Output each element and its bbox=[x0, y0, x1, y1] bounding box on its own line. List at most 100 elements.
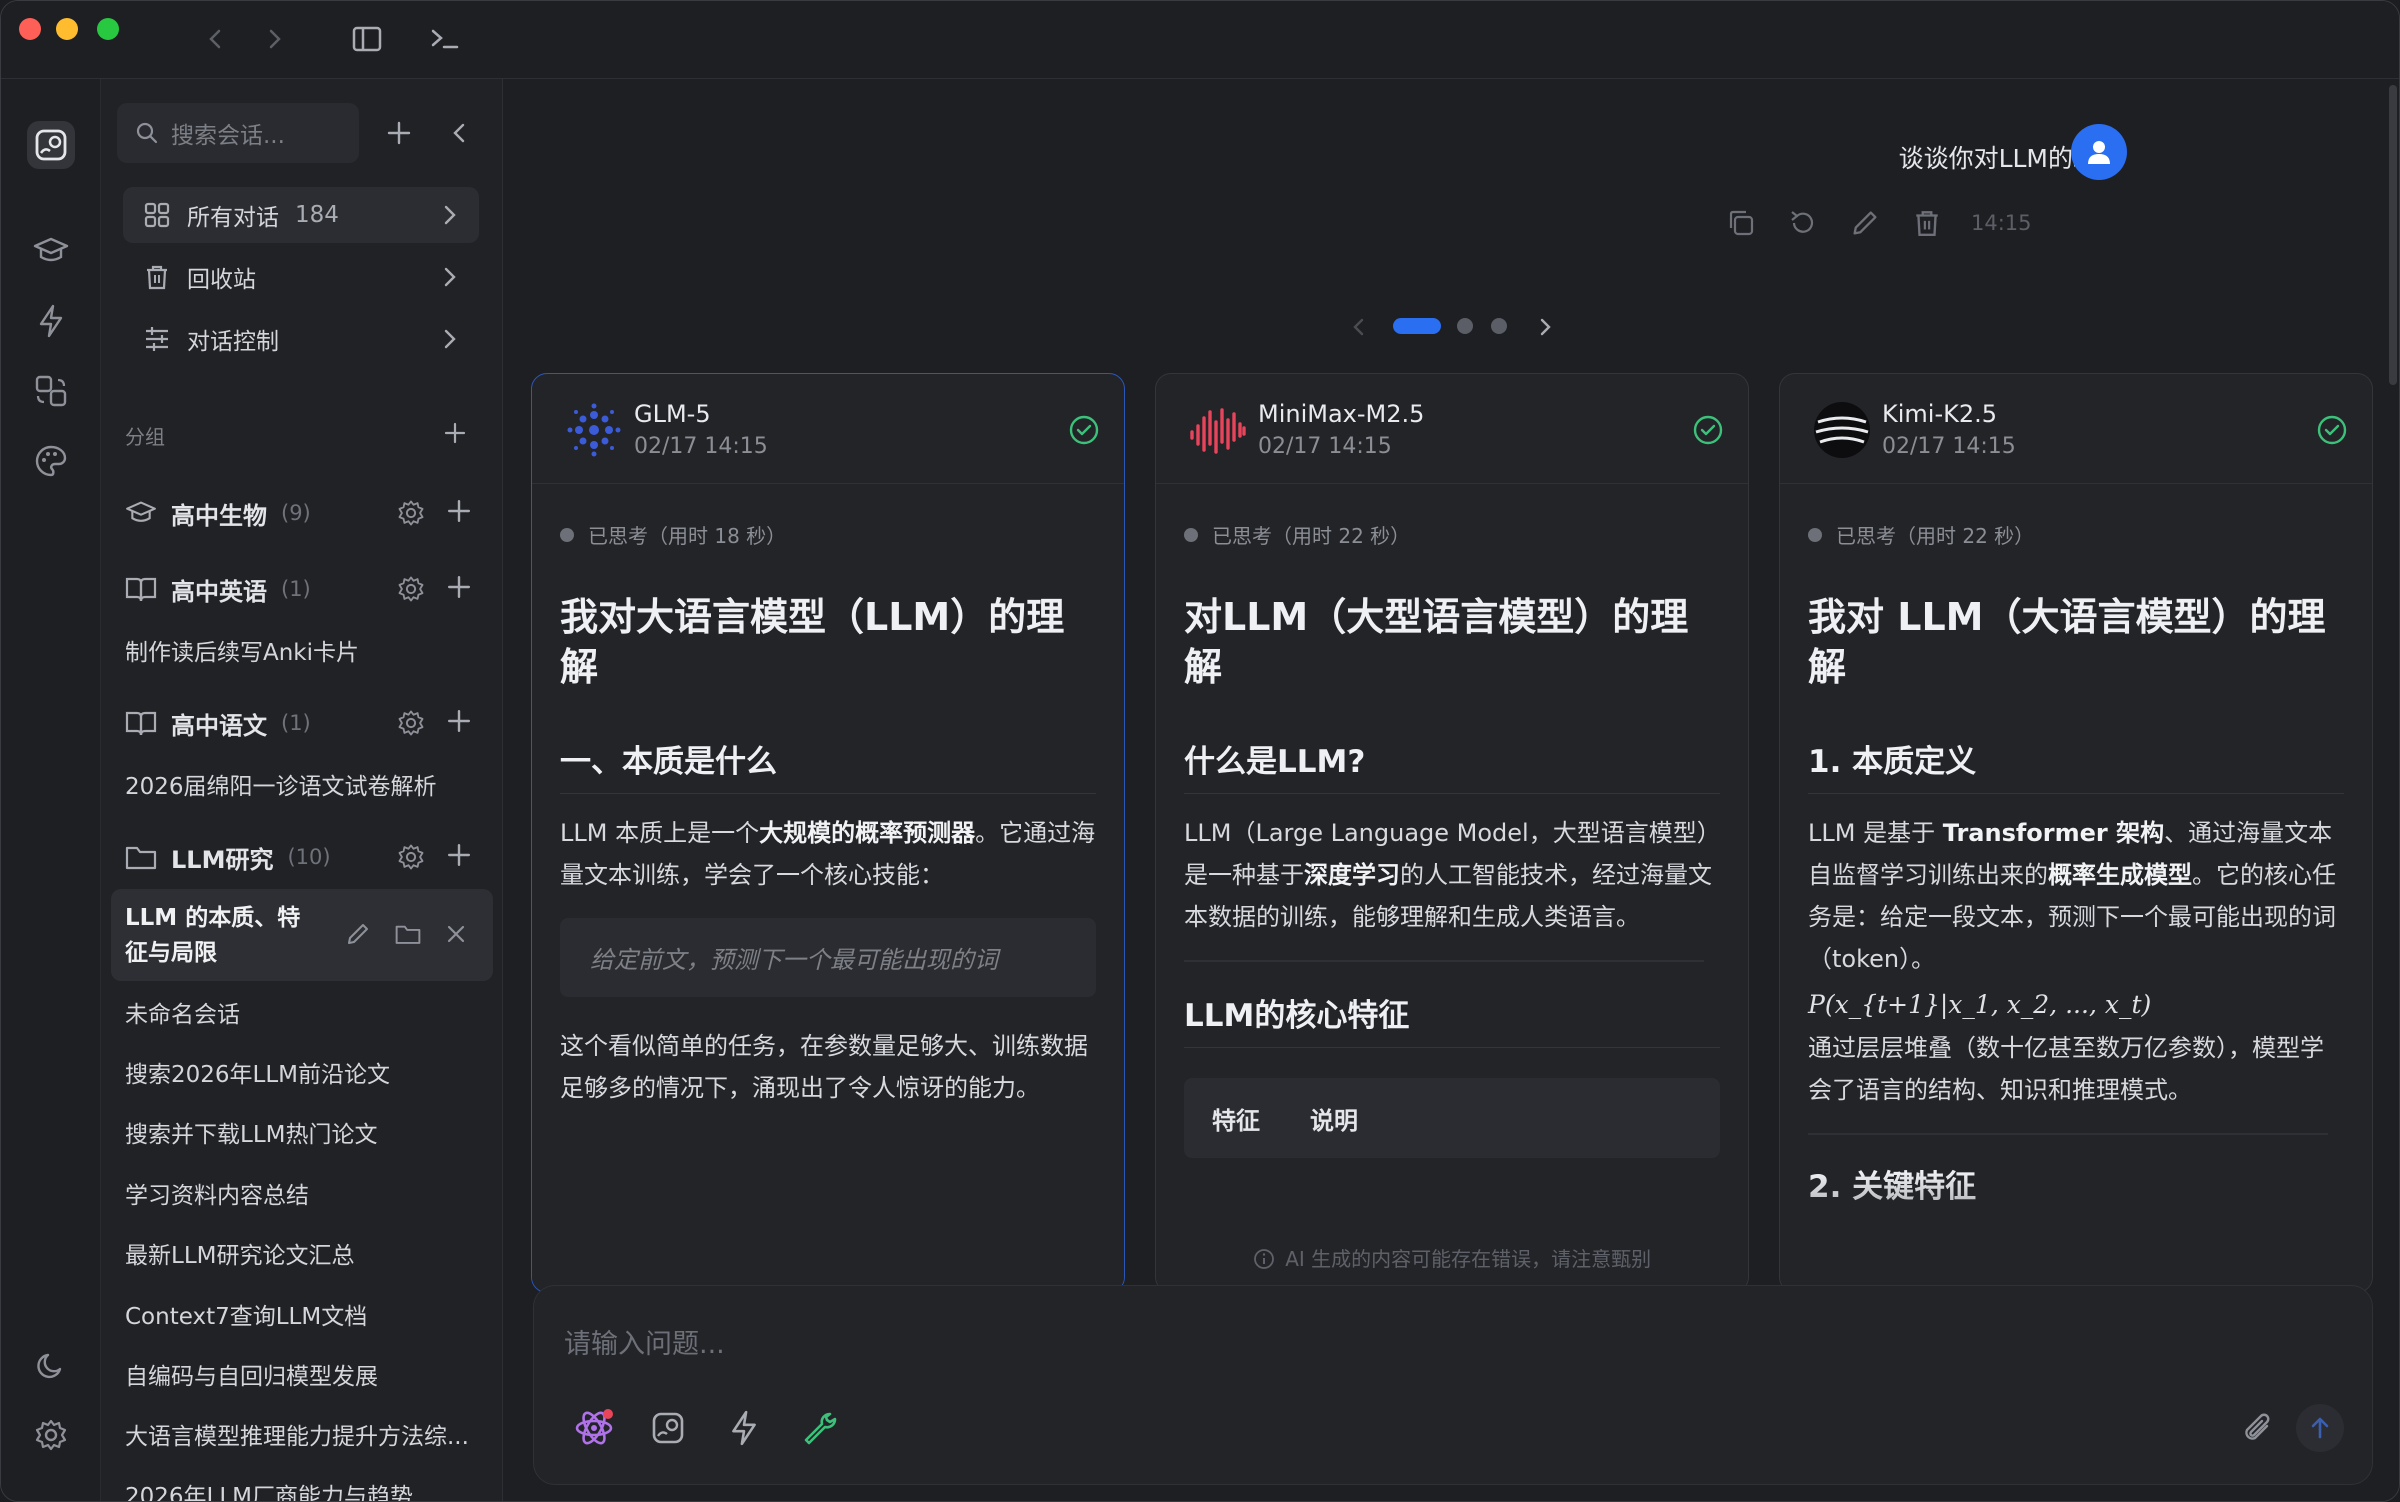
model-select-atom-icon[interactable] bbox=[570, 1404, 618, 1452]
model-response-card[interactable]: MiniMax-M2.5 02/17 14:15 已思考（用时 22 秒） 对L… bbox=[1155, 373, 1749, 1293]
check-circle-icon bbox=[2317, 415, 2347, 445]
group-high-school-biology[interactable]: 高中生物 (9) bbox=[123, 485, 479, 541]
conversation-control-item[interactable]: 对话控制 bbox=[123, 311, 479, 367]
group-count: (1) bbox=[281, 711, 311, 735]
folder-icon bbox=[125, 846, 157, 870]
answer-title: 我对 LLM（大语言模型）的理解 bbox=[1808, 595, 2326, 689]
card-content: 对LLM（大型语言模型）的理解 什么是LLM? LLM（Large Langua… bbox=[1184, 592, 1720, 1158]
conversation-item[interactable]: 搜索并下载LLM热门论文 bbox=[123, 1115, 493, 1149]
group-name: 高中生物 bbox=[171, 501, 267, 530]
lightning-icon[interactable] bbox=[27, 297, 75, 345]
glm-logo-icon bbox=[567, 403, 621, 457]
toggle-sidebar-icon[interactable] bbox=[351, 21, 383, 57]
model-pager bbox=[503, 311, 2399, 341]
regenerate-icon[interactable] bbox=[1785, 205, 1821, 241]
pager-dot-active[interactable] bbox=[1393, 318, 1441, 334]
thinking-status[interactable]: 已思考（用时 22 秒） bbox=[1184, 520, 1410, 549]
conversation-item[interactable]: 2026届绵阳一诊语文试卷解析 bbox=[123, 767, 493, 801]
close-window-button[interactable] bbox=[19, 18, 41, 40]
edit-pencil-icon[interactable] bbox=[345, 921, 371, 947]
pager-next-icon[interactable] bbox=[1539, 317, 1553, 337]
settings-gear-icon[interactable] bbox=[27, 1411, 75, 1459]
search-placeholder: 搜索会话... bbox=[171, 123, 285, 149]
pager-prev-icon[interactable] bbox=[1351, 317, 1365, 337]
group-llm-research[interactable]: LLM研究 (10) bbox=[123, 829, 479, 885]
move-to-folder-icon[interactable] bbox=[395, 921, 421, 947]
attachment-paperclip-icon[interactable] bbox=[2234, 1404, 2282, 1452]
app-window: 搜索会话... 所有对话 184 回收站 对话控制 分组 高中生物 (9) 高中… bbox=[0, 0, 2400, 1502]
check-circle-icon bbox=[1069, 415, 1099, 445]
group-add-icon[interactable] bbox=[447, 709, 471, 733]
conversation-item[interactable]: 制作读后续写Anki卡片 bbox=[123, 633, 493, 667]
translate-icon[interactable] bbox=[27, 367, 75, 415]
all-conversations-item[interactable]: 所有对话 184 bbox=[123, 187, 479, 243]
group-name: 高中语文 bbox=[171, 711, 267, 740]
group-settings-icon[interactable] bbox=[397, 843, 425, 871]
send-button[interactable] bbox=[2296, 1404, 2344, 1452]
search-input[interactable]: 搜索会话... bbox=[117, 103, 359, 163]
conversation-item[interactable]: 学习资料内容总结 bbox=[123, 1176, 493, 1210]
delete-icon[interactable] bbox=[1909, 205, 1945, 241]
group-settings-icon[interactable] bbox=[397, 499, 425, 527]
table-header-cell: 特征 bbox=[1212, 1106, 1260, 1135]
quick-lightning-icon[interactable] bbox=[720, 1404, 768, 1452]
forward-arrow-icon[interactable] bbox=[259, 21, 291, 57]
group-add-icon[interactable] bbox=[447, 499, 471, 523]
maximize-window-button[interactable] bbox=[97, 18, 119, 40]
add-group-button[interactable] bbox=[435, 413, 475, 453]
graduation-cap-icon[interactable] bbox=[27, 227, 75, 275]
pager-dot[interactable] bbox=[1491, 318, 1507, 334]
new-conversation-button[interactable] bbox=[379, 113, 419, 153]
conversation-item[interactable]: 自编码与自回归模型发展 bbox=[123, 1357, 493, 1391]
conversation-item[interactable]: 未命名会话 bbox=[123, 995, 493, 1029]
group-settings-icon[interactable] bbox=[397, 575, 425, 603]
answer-title: 我对大语言模型（LLM）的理解 bbox=[560, 595, 1065, 689]
group-high-school-chinese[interactable]: 高中语文 (1) bbox=[123, 695, 479, 751]
group-high-school-english[interactable]: 高中英语 (1) bbox=[123, 561, 479, 617]
palette-icon[interactable] bbox=[27, 437, 75, 485]
user-avatar bbox=[2071, 124, 2127, 180]
copy-icon[interactable] bbox=[1723, 205, 1759, 241]
conversation-item[interactable]: 2026年LLM厂商能力与趋势 bbox=[123, 1477, 493, 1501]
conversation-item[interactable]: 最新LLM研究论文汇总 bbox=[123, 1236, 493, 1270]
model-name: GLM-5 bbox=[634, 400, 711, 428]
message-composer[interactable]: 请输入问题... bbox=[533, 1285, 2373, 1485]
model-response-card[interactable]: GLM-5 02/17 14:15 已思考（用时 18 秒） 我对大语言模型（L… bbox=[531, 373, 1125, 1293]
kimi-logo-icon bbox=[1814, 402, 1870, 458]
close-icon[interactable] bbox=[445, 923, 467, 945]
chat-app-icon[interactable] bbox=[27, 121, 75, 169]
book-icon bbox=[125, 711, 157, 736]
terminal-icon[interactable] bbox=[429, 21, 461, 57]
collapse-sidebar-button[interactable] bbox=[439, 113, 479, 153]
thinking-status[interactable]: 已思考（用时 18 秒） bbox=[560, 520, 786, 549]
conversation-item[interactable]: 大语言模型推理能力提升方法综... bbox=[123, 1417, 493, 1451]
message-time: 14:15 bbox=[1971, 211, 2032, 235]
arrow-up-icon bbox=[2311, 1417, 2329, 1439]
group-settings-icon[interactable] bbox=[397, 709, 425, 737]
active-conversation-item[interactable]: LLM 的本质、特 征与局限 bbox=[111, 889, 493, 981]
edit-icon[interactable] bbox=[1847, 205, 1883, 241]
conversation-item[interactable]: 搜索2026年LLM前沿论文 bbox=[123, 1055, 493, 1089]
model-response-card[interactable]: Kimi-K2.5 02/17 14:15 已思考（用时 22 秒） 我对 LL… bbox=[1779, 373, 2373, 1293]
back-arrow-icon[interactable] bbox=[199, 21, 231, 57]
answer-heading: LLM的核心特征 bbox=[1184, 990, 1720, 1048]
pager-dot[interactable] bbox=[1457, 318, 1473, 334]
minimize-window-button[interactable] bbox=[56, 18, 78, 40]
conversation-item[interactable]: Context7查询LLM文档 bbox=[123, 1297, 493, 1331]
book-icon bbox=[125, 577, 157, 602]
card-fade bbox=[1780, 1172, 2372, 1292]
model-date: 02/17 14:15 bbox=[634, 434, 768, 459]
group-add-icon[interactable] bbox=[447, 843, 471, 867]
chat-main: 谈谈你对LLM的理解 14:15 GLM-5 02/17 14:15 已思考（用… bbox=[503, 79, 2399, 1501]
assistant-icon[interactable] bbox=[644, 1404, 692, 1452]
check-circle-icon bbox=[1693, 415, 1723, 445]
answer-title: 对LLM（大型语言模型）的理解 bbox=[1184, 595, 1689, 689]
thinking-status[interactable]: 已思考（用时 22 秒） bbox=[1808, 520, 2034, 549]
group-add-icon[interactable] bbox=[447, 575, 471, 599]
card-fade bbox=[1156, 1172, 1748, 1292]
moon-icon[interactable] bbox=[27, 1341, 75, 1389]
status-dot bbox=[1184, 527, 1198, 542]
tools-wrench-icon[interactable] bbox=[796, 1404, 844, 1452]
trash-item[interactable]: 回收站 bbox=[123, 249, 479, 305]
message-input[interactable]: 请输入问题... bbox=[564, 1322, 725, 1361]
